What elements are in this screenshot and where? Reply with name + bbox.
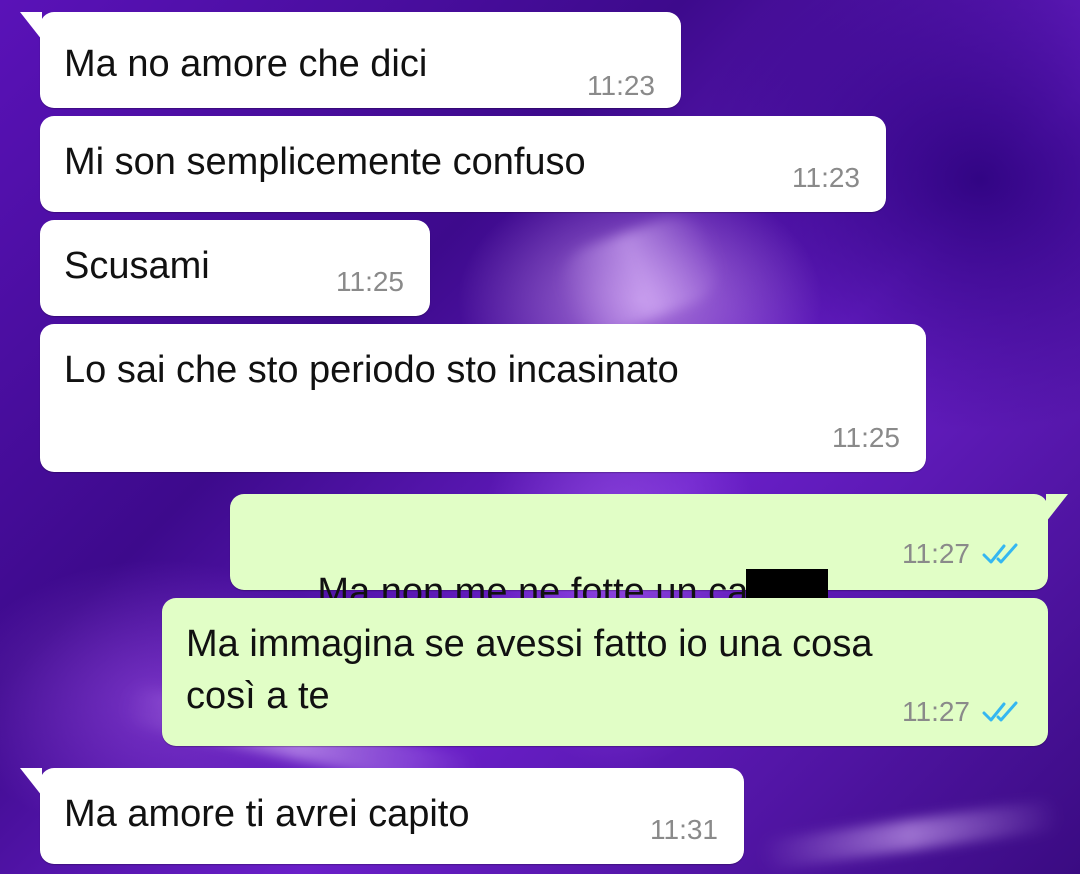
message-time: 11:27 (902, 696, 970, 727)
bubble-tail (20, 12, 42, 40)
message-text: Ma no amore che dici (64, 43, 428, 85)
message-timestamp: 11:25 (336, 266, 404, 298)
message-timestamp: 11:27 (902, 696, 1022, 728)
message-text: Ma amore ti avrei capito (64, 793, 470, 835)
message-bubble-outgoing[interactable]: Ma non me ne fotte un ca 11:27 (230, 494, 1068, 619)
message-time: 11:25 (336, 266, 404, 297)
message-time: 11:25 (832, 422, 900, 453)
message-text: Scusami (64, 245, 210, 287)
message-timestamp: 11:23 (792, 162, 860, 194)
wallpaper-light-streak (759, 799, 1061, 871)
bubble-tail (20, 768, 42, 796)
message-bubble-incoming[interactable]: Lo sai che sto periodo sto incasinato 11… (40, 324, 926, 472)
message-bubble-incoming[interactable]: Ma amore ti avrei capito 11:31 (20, 768, 744, 864)
message-timestamp: 11:31 (650, 814, 718, 846)
message-time: 11:31 (650, 814, 718, 845)
message-text: Ma immagina se avessi fatto io una cosa … (186, 623, 873, 717)
message-time: 11:23 (587, 70, 655, 101)
message-bubble-incoming[interactable]: Mi son semplicemente confuso 11:23 (40, 116, 886, 212)
message-timestamp: 11:25 (832, 422, 900, 454)
message-timestamp: 11:27 (902, 538, 1022, 570)
bubble-tail (1046, 494, 1068, 522)
double-check-read-icon (982, 543, 1018, 564)
message-bubble-incoming[interactable]: Scusami 11:25 (40, 220, 430, 316)
message-timestamp: 11:23 (587, 70, 655, 102)
message-time: 11:23 (792, 162, 860, 193)
message-text: Lo sai che sto periodo sto incasinato (64, 349, 679, 391)
double-check-read-icon (982, 701, 1018, 722)
message-text: Mi son semplicemente confuso (64, 141, 586, 183)
message-bubble-incoming[interactable]: Ma no amore che dici 11:23 (20, 12, 681, 108)
message-time: 11:27 (902, 538, 970, 569)
message-bubble-outgoing[interactable]: Ma immagina se avessi fatto io una cosa … (162, 598, 1048, 746)
